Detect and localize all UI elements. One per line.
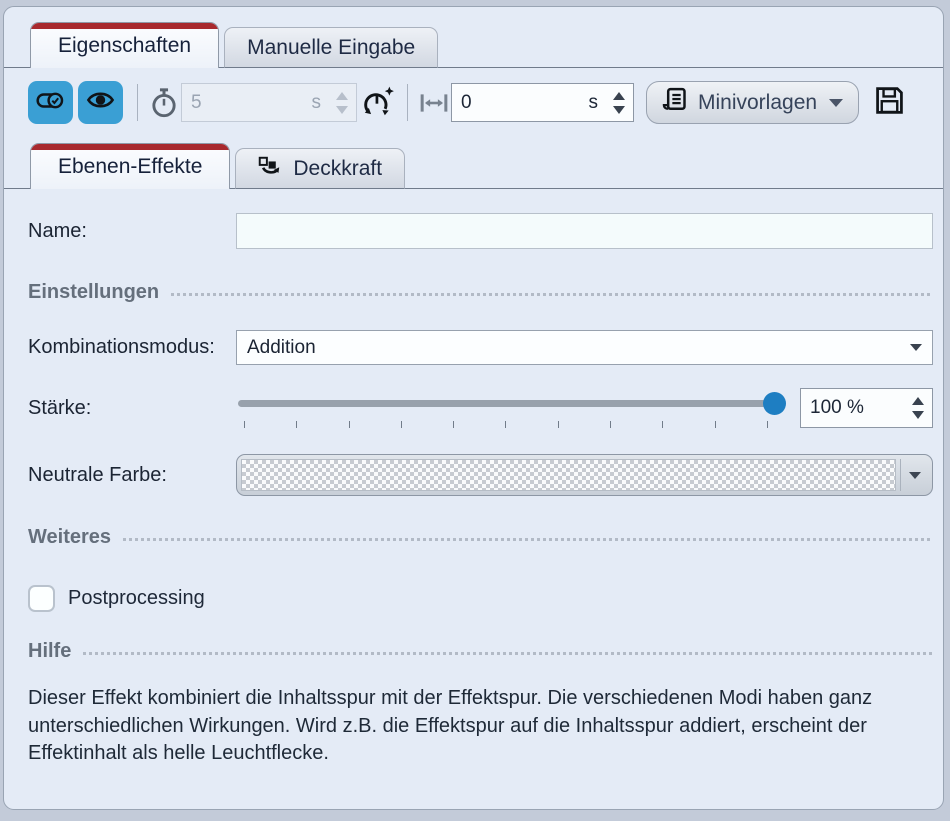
section-dotted-line xyxy=(123,538,933,541)
effect-properties-form: Name: Einstellungen Kombinationsmodus: A… xyxy=(4,213,943,768)
spin-down-icon[interactable] xyxy=(912,411,924,419)
slider-track[interactable] xyxy=(238,400,776,407)
spin-up-icon[interactable] xyxy=(912,397,924,405)
section-hilfe: Hilfe xyxy=(28,640,933,663)
help-text: Dieser Effekt kombiniert die Inhaltsspur… xyxy=(28,685,933,768)
strength-slider[interactable] xyxy=(236,387,786,429)
spin-up-icon[interactable] xyxy=(613,92,625,100)
postprocessing-label: Postprocessing xyxy=(68,587,205,610)
pause-duration-spinbox: 5 s xyxy=(181,83,357,122)
name-label: Name: xyxy=(28,220,236,243)
tab-manuelle-eingabe[interactable]: Manuelle Eingabe xyxy=(224,27,438,68)
blend-mode-label: Kombinationsmodus: xyxy=(28,336,236,359)
section-dotted-line xyxy=(171,293,933,296)
eye-icon xyxy=(86,89,115,116)
name-input[interactable] xyxy=(236,213,933,249)
top-tab-bar: Eigenschaften Manuelle Eingabe xyxy=(4,7,943,68)
duration-width-icon xyxy=(420,91,448,115)
chevron-down-icon xyxy=(909,472,921,479)
stopwatch-icon[interactable] xyxy=(150,88,178,118)
save-icon xyxy=(874,85,905,121)
spin-down-icon[interactable] xyxy=(613,106,625,114)
slider-handle[interactable] xyxy=(763,392,786,415)
properties-panel: Eigenschaften Manuelle Eingabe xyxy=(3,6,944,810)
scroll-icon xyxy=(662,86,689,119)
save-button[interactable] xyxy=(874,85,905,121)
toolbar-separator xyxy=(407,84,408,121)
blend-mode-value: Addition xyxy=(247,337,316,359)
section-title: Hilfe xyxy=(28,640,71,663)
inner-tab-bar: Ebenen-Effekte Deckkraft xyxy=(4,136,943,189)
duration-spinbox[interactable]: 0 s xyxy=(451,83,634,122)
transparent-color-swatch[interactable] xyxy=(241,459,896,491)
tab-ebenen-effekte[interactable]: Ebenen-Effekte xyxy=(30,143,230,189)
section-title: Weiteres xyxy=(28,526,111,549)
spinner-arrows[interactable] xyxy=(912,397,924,419)
pause-value: 5 xyxy=(191,92,202,114)
minitemplates-label: Minivorlagen xyxy=(698,91,817,115)
pause-unit: s xyxy=(312,92,322,114)
animated-timing-icon[interactable] xyxy=(360,86,395,120)
duration-unit: s xyxy=(589,92,599,114)
tab-deckkraft[interactable]: Deckkraft xyxy=(235,148,405,189)
blend-mode-dropdown[interactable]: Addition xyxy=(236,330,933,365)
tab-label: Deckkraft xyxy=(293,157,382,181)
spinner-arrows[interactable] xyxy=(613,92,625,114)
strength-label: Stärke: xyxy=(28,397,236,420)
toggle-check-icon xyxy=(36,91,65,115)
slider-ticks xyxy=(244,421,768,428)
spinner-arrows xyxy=(336,92,348,114)
spin-down-icon xyxy=(336,106,348,114)
minitemplates-button[interactable]: Minivorlagen xyxy=(646,81,859,124)
tab-label: Ebenen-Effekte xyxy=(58,155,202,179)
toggle-active-button[interactable] xyxy=(28,81,73,124)
section-dotted-line xyxy=(83,652,933,655)
section-weiteres: Weiteres xyxy=(28,526,933,549)
chevron-down-icon xyxy=(910,344,922,351)
tab-label: Eigenschaften xyxy=(58,34,191,58)
section-title: Einstellungen xyxy=(28,281,159,304)
tab-label: Manuelle Eingabe xyxy=(247,36,415,60)
toolbar: 5 s xyxy=(4,68,943,136)
duration-value: 0 xyxy=(461,92,472,114)
strength-value: 100 % xyxy=(810,397,864,419)
postprocessing-checkbox[interactable] xyxy=(28,585,55,612)
tab-eigenschaften[interactable]: Eigenschaften xyxy=(30,22,219,68)
neutral-color-label: Neutrale Farbe: xyxy=(28,464,236,487)
neutral-color-picker[interactable] xyxy=(236,454,933,496)
chevron-down-icon xyxy=(829,99,843,107)
toolbar-separator xyxy=(137,84,138,121)
section-einstellungen: Einstellungen xyxy=(28,281,933,304)
visibility-button[interactable] xyxy=(78,81,123,124)
strength-spinbox[interactable]: 100 % xyxy=(800,388,933,428)
animate-transform-icon xyxy=(258,154,284,184)
color-dropdown-zone[interactable] xyxy=(900,459,928,491)
spin-up-icon xyxy=(336,92,348,100)
